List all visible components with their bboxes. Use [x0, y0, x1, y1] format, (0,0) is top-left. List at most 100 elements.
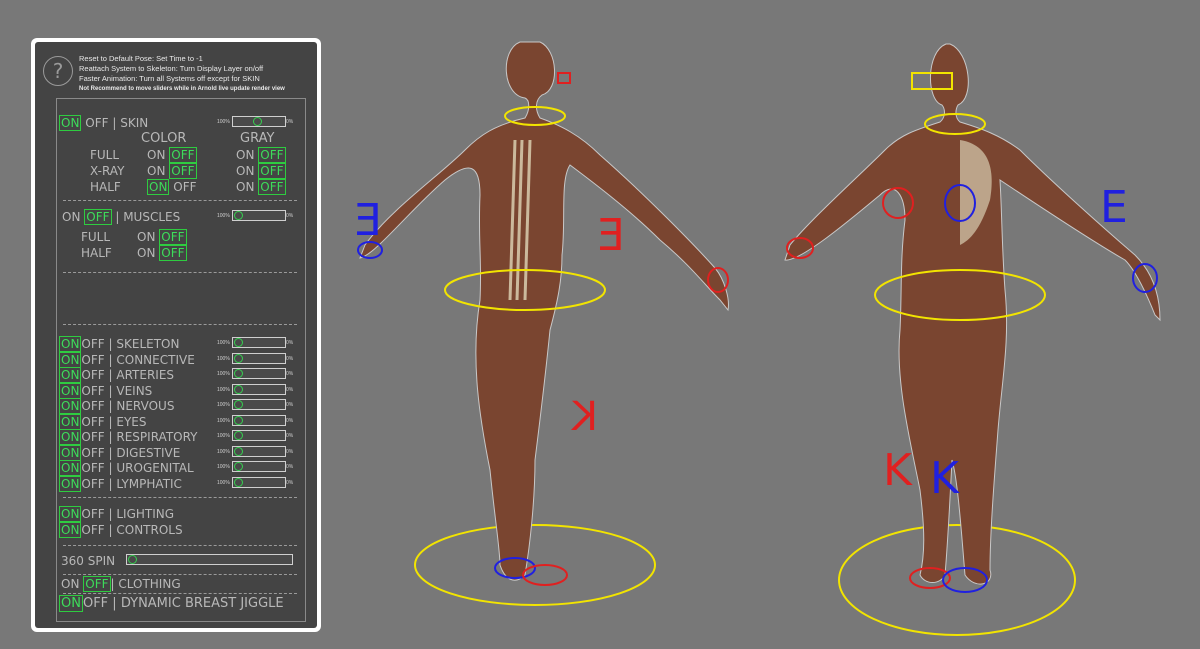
system-on-button[interactable]: ON	[59, 476, 82, 492]
controls-off-button[interactable]: OFF	[81, 523, 104, 537]
on-button[interactable]: ON	[147, 148, 165, 162]
slider-knob[interactable]	[234, 478, 243, 487]
slider-knob[interactable]	[234, 447, 243, 456]
muscles-on-button[interactable]: ON	[62, 210, 80, 224]
muscles-opacity-slider[interactable]	[232, 210, 286, 221]
slider-knob[interactable]	[253, 117, 262, 126]
system-off-button[interactable]: OFF	[81, 384, 104, 398]
knee-control-right[interactable]: K	[883, 445, 913, 496]
elbow-control-left[interactable]: E	[1100, 182, 1128, 233]
system-opacity-slider[interactable]	[232, 353, 286, 364]
slider-knob[interactable]	[234, 416, 243, 425]
knee-control-right[interactable]: K	[570, 394, 598, 440]
jiggle-off-button[interactable]: OFF	[83, 596, 108, 611]
system-opacity-slider[interactable]	[232, 384, 286, 395]
system-opacity-slider[interactable]	[232, 477, 286, 488]
off-button[interactable]: OFF	[169, 163, 197, 179]
on-button[interactable]: ON	[137, 230, 155, 244]
separator: |	[108, 523, 113, 537]
on-button[interactable]: ON	[236, 148, 254, 162]
off-button[interactable]: OFF	[173, 180, 196, 194]
system-on-button[interactable]: ON	[59, 398, 82, 414]
elbow-control-right[interactable]: E	[597, 210, 625, 261]
divider	[63, 497, 297, 498]
system-on-button[interactable]: ON	[59, 445, 82, 461]
slider-knob[interactable]	[234, 462, 243, 471]
system-opacity-slider[interactable]	[232, 415, 286, 426]
lighting-off-button[interactable]: OFF	[81, 507, 104, 521]
viewport-3d[interactable]: E E K E K K	[330, 0, 1190, 649]
jiggle-toggle-row: ON OFF | DYNAMIC BREAST JIGGLE	[59, 595, 284, 612]
slider-max-label: 100%	[217, 119, 230, 125]
slider-min-label: 0%	[286, 480, 294, 486]
root-control-ring[interactable]	[838, 524, 1076, 636]
on-button[interactable]: ON	[147, 164, 165, 178]
spin-slider[interactable]	[126, 554, 293, 565]
clothing-on-button[interactable]: ON	[61, 577, 79, 591]
skin-opacity-slider[interactable]	[232, 116, 286, 127]
instruction-reset: Reset to Default Pose: Set Time to -1	[79, 54, 203, 63]
system-on-button[interactable]: ON	[59, 367, 82, 383]
slider-min-label: 0%	[286, 387, 294, 393]
system-off-button[interactable]: OFF	[81, 461, 104, 475]
system-opacity-slider[interactable]	[232, 446, 286, 457]
head-control[interactable]	[557, 72, 571, 84]
mode-label: FULL	[90, 148, 120, 162]
slider-knob[interactable]	[234, 431, 243, 440]
muscles-mode-half: HALF	[81, 246, 112, 260]
off-button[interactable]: OFF	[258, 179, 286, 195]
off-button[interactable]: OFF	[258, 163, 286, 179]
lighting-toggle-row: ON OFF | LIGHTING	[59, 506, 174, 522]
muscles-off-button[interactable]: OFF	[84, 209, 112, 225]
on-button[interactable]: ON	[147, 179, 170, 195]
knee-control-left[interactable]: K	[930, 453, 960, 504]
on-button[interactable]: ON	[236, 180, 254, 194]
off-button[interactable]: OFF	[258, 147, 286, 163]
off-button[interactable]: OFF	[169, 147, 197, 163]
off-button[interactable]: OFF	[159, 245, 187, 261]
slider-knob[interactable]	[234, 400, 243, 409]
system-off-button[interactable]: OFF	[81, 430, 104, 444]
jiggle-on-button[interactable]: ON	[59, 595, 83, 612]
divider	[63, 272, 297, 273]
slider-knob[interactable]	[128, 555, 137, 564]
system-on-button[interactable]: ON	[59, 460, 82, 476]
system-off-button[interactable]: OFF	[81, 353, 104, 367]
system-off-button[interactable]: OFF	[81, 446, 104, 460]
question-icon[interactable]: ?	[43, 56, 73, 86]
figure-back-view[interactable]: E E K	[354, 41, 729, 606]
mode-label: X-RAY	[90, 164, 125, 178]
on-button[interactable]: ON	[137, 246, 155, 260]
system-on-button[interactable]: ON	[59, 352, 82, 368]
lighting-on-button[interactable]: ON	[59, 506, 82, 522]
system-off-button[interactable]: OFF	[81, 415, 104, 429]
system-opacity-slider[interactable]	[232, 430, 286, 441]
slider-min-label: 0%	[286, 340, 294, 346]
system-off-button[interactable]: OFF	[81, 477, 104, 491]
system-off-button[interactable]: OFF	[81, 368, 104, 382]
controls-on-button[interactable]: ON	[59, 522, 82, 538]
separator: |	[108, 399, 113, 413]
slider-knob[interactable]	[234, 369, 243, 378]
figure-front-view[interactable]: E K K	[784, 43, 1161, 636]
system-opacity-slider[interactable]	[232, 337, 286, 348]
system-on-button[interactable]: ON	[59, 414, 82, 430]
system-opacity-slider[interactable]	[232, 368, 286, 379]
skin-off-button[interactable]: OFF	[85, 116, 108, 130]
skin-on-button[interactable]: ON	[59, 115, 82, 131]
slider-knob[interactable]	[234, 338, 243, 347]
system-opacity-slider[interactable]	[232, 461, 286, 472]
system-opacity-slider[interactable]	[232, 399, 286, 410]
system-off-button[interactable]: OFF	[81, 399, 104, 413]
clothing-off-button[interactable]: OFF	[83, 576, 111, 592]
slider-knob[interactable]	[234, 385, 243, 394]
slider-knob[interactable]	[234, 211, 243, 220]
system-on-button[interactable]: ON	[59, 429, 82, 445]
elbow-control-left[interactable]: E	[354, 195, 382, 246]
slider-knob[interactable]	[234, 354, 243, 363]
off-button[interactable]: OFF	[159, 229, 187, 245]
system-on-button[interactable]: ON	[59, 336, 82, 352]
on-button[interactable]: ON	[236, 164, 254, 178]
system-on-button[interactable]: ON	[59, 383, 82, 399]
system-off-button[interactable]: OFF	[81, 337, 104, 351]
